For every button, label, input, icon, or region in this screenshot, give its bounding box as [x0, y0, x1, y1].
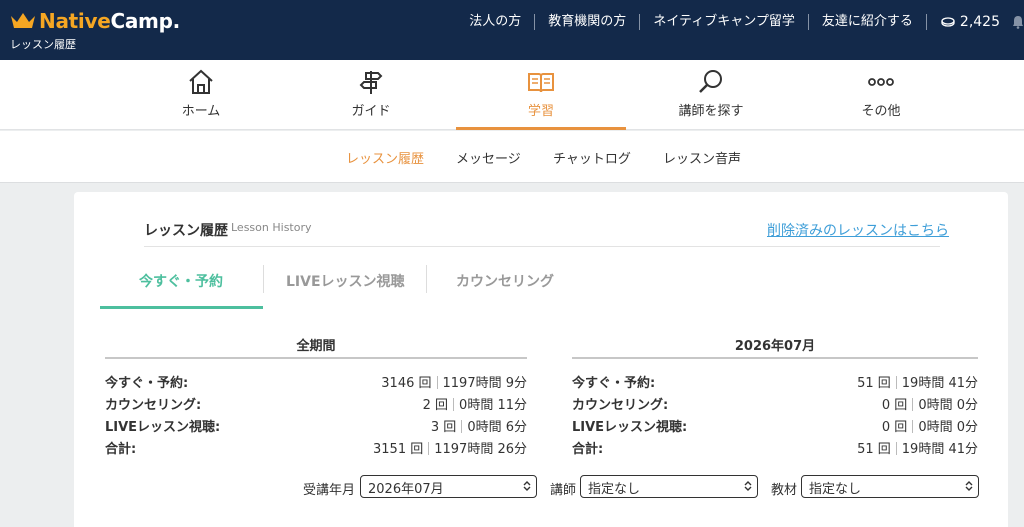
filter-teacher-label: 講師 — [550, 483, 577, 498]
stat-time: 0時間 6分 — [467, 420, 527, 435]
link-corporate[interactable]: 法人の方 — [456, 14, 536, 30]
stats-month-row: LIVEレッスン視聴: 0 回 0時間 0分 — [572, 416, 978, 435]
stat-label: カウンセリング: — [572, 398, 669, 413]
nav-study-label: 学習 — [527, 104, 554, 119]
stat-count: 2 回 — [422, 398, 449, 413]
stats-month-row: 今すぐ・予約: 51 回 19時間 41分 — [572, 372, 978, 391]
stat-time: 19時間 41分 — [901, 442, 978, 457]
stats-all-row: LIVEレッスン視聴: 3 回 0時間 6分 — [105, 416, 527, 435]
select-arrows-icon — [744, 481, 752, 491]
brand-native-text: Native — [39, 9, 111, 33]
coin-balance[interactable]: 2,425 — [927, 14, 1024, 30]
filter-teacher-value: 指定なし — [588, 482, 641, 497]
nav-more[interactable]: その他 — [796, 60, 966, 130]
tab-instant-reserve[interactable]: 今すぐ・予約 — [139, 271, 223, 291]
nav-guide-label: ガイド — [351, 104, 391, 119]
stat-count: 0 回 — [881, 398, 908, 413]
stats-month-row: カウンセリング: 0 回 0時間 0分 — [572, 394, 978, 413]
stat-count: 51 回 — [857, 376, 891, 391]
stat-time: 0時間 11分 — [459, 398, 527, 413]
book-icon — [528, 73, 554, 93]
deleted-lessons-link[interactable]: 削除済みのレッスンはこちら — [767, 220, 949, 240]
subnav-messages[interactable]: メッセージ — [456, 148, 521, 167]
search-icon — [699, 70, 722, 93]
stat-time: 1197時間 26分 — [434, 442, 527, 457]
coin-icon — [941, 17, 955, 27]
stat-time: 0時間 0分 — [918, 398, 978, 413]
stat-count: 0 回 — [881, 420, 908, 435]
stats-month-divider — [572, 357, 978, 359]
stats-month-row: 合計: 51 回 19時間 41分 — [572, 438, 978, 457]
stats-all-row: カウンセリング: 2 回 0時間 11分 — [105, 394, 527, 413]
link-study-abroad[interactable]: ネイティブキャンプ留学 — [640, 14, 809, 30]
card-title-en: Lesson History — [231, 221, 312, 234]
lesson-history-card: レッスン履歴 Lesson History 削除済みのレッスンはこちら 今すぐ・… — [74, 192, 1008, 527]
nav-more-label: その他 — [861, 104, 901, 119]
select-arrows-icon — [523, 481, 531, 491]
stat-count: 51 回 — [857, 442, 891, 457]
stats-all-divider — [105, 357, 527, 359]
nav-study[interactable]: 学習 — [456, 60, 626, 130]
page-subtitle: レッスン履歴 — [10, 38, 76, 51]
signpost-icon — [359, 71, 383, 94]
nav-guide[interactable]: ガイド — [286, 60, 456, 130]
sub-nav: レッスン履歴 メッセージ チャットログ レッスン音声 — [0, 131, 1024, 183]
stat-label: 今すぐ・予約: — [572, 376, 656, 391]
stats-month-heading: 2026年07月 — [734, 339, 816, 354]
title-divider — [144, 246, 940, 247]
brand-camp-text: Camp. — [110, 9, 180, 33]
stat-label: LIVEレッスン視聴: — [105, 420, 221, 435]
stat-time: 0時間 0分 — [918, 420, 978, 435]
stats-all-row: 今すぐ・予約: 3146 回 1197時間 9分 — [105, 372, 527, 391]
stat-label: 今すぐ・予約: — [105, 376, 189, 391]
card-title: レッスン履歴 — [144, 223, 228, 239]
filter-month-select[interactable]: 2026年07月 — [360, 475, 537, 498]
filter-month-label: 受講年月 — [303, 483, 356, 498]
stat-label: カウンセリング: — [105, 398, 202, 413]
home-icon — [189, 69, 213, 94]
nav-find-teacher[interactable]: 講師を探す — [626, 60, 796, 130]
tab-divider — [263, 265, 264, 293]
bell-icon[interactable] — [1012, 15, 1024, 29]
top-bar: NativeCamp. レッスン履歴 法人の方 教育機関の方 ネイティブキャンプ… — [0, 0, 1024, 60]
link-refer-friend[interactable]: 友達に紹介する — [809, 14, 927, 30]
stats-all-heading: 全期間 — [296, 339, 336, 354]
header-links: 法人の方 教育機関の方 ネイティブキャンプ留学 友達に紹介する 2,425 — [456, 14, 1024, 30]
tab-divider — [426, 265, 427, 293]
more-icon — [868, 78, 894, 86]
stat-count: 3 回 — [430, 420, 457, 435]
subnav-lesson-history[interactable]: レッスン履歴 — [346, 148, 424, 167]
coin-count: 2,425 — [959, 14, 1000, 30]
filter-teacher-select[interactable]: 指定なし — [580, 475, 758, 498]
nav-home-label: ホーム — [181, 104, 221, 119]
stat-label: 合計: — [105, 442, 137, 457]
stat-time: 19時間 41分 — [901, 376, 978, 391]
brand-logo[interactable]: NativeCamp. — [10, 9, 180, 33]
filter-material-select[interactable]: 指定なし — [801, 475, 979, 498]
stat-label: LIVEレッスン視聴: — [572, 420, 688, 435]
nav-home[interactable]: ホーム — [116, 60, 286, 130]
filter-month-value: 2026年07月 — [368, 482, 444, 497]
crown-icon — [11, 13, 35, 28]
main-nav: ホーム ガイド 学習 講師を探す その他 — [0, 60, 1024, 130]
subnav-lesson-audio[interactable]: レッスン音声 — [663, 148, 741, 167]
stat-count: 3146 回 — [381, 376, 432, 391]
stat-label: 合計: — [572, 442, 604, 457]
tab-counseling[interactable]: カウンセリング — [456, 271, 554, 291]
stats-all-row: 合計: 3151 回 1197時間 26分 — [105, 438, 527, 457]
filter-material-value: 指定なし — [809, 482, 862, 497]
nav-find-teacher-label: 講師を探す — [678, 104, 744, 119]
active-tab-indicator — [100, 306, 263, 309]
select-arrows-icon — [965, 481, 973, 491]
filter-material-label: 教材 — [771, 483, 798, 498]
stat-count: 3151 回 — [373, 442, 424, 457]
subnav-chat-log[interactable]: チャットログ — [553, 148, 631, 167]
link-education[interactable]: 教育機関の方 — [535, 14, 641, 30]
tab-live-lesson[interactable]: LIVEレッスン視聴 — [286, 271, 405, 291]
stat-time: 1197時間 9分 — [442, 376, 528, 391]
